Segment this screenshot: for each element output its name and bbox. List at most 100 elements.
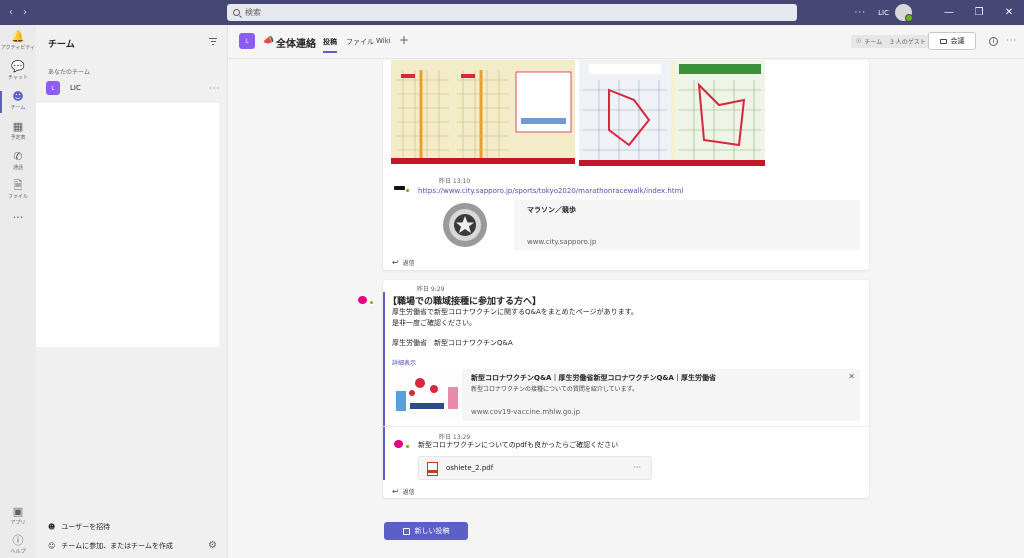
teams-panel: チーム あなたのチーム L LIC ··· ☻ ユーザーを招待 ☺ チームに参加…: [36, 25, 228, 558]
section-label: あなたのチーム: [48, 69, 90, 76]
team-avatar: L: [46, 81, 60, 95]
invite-label: ユーザーを招待: [61, 523, 111, 531]
reply-button[interactable]: ↩ 返信: [392, 487, 415, 496]
rail-chat-label: チャット: [8, 75, 28, 81]
rail-calls-label: 通話: [12, 165, 23, 171]
tab-wiki[interactable]: Wiki: [376, 37, 391, 45]
gear-icon[interactable]: ⚙: [208, 540, 217, 551]
rail-files-label: ファイル: [7, 194, 28, 200]
marathon-map-image[interactable]: [391, 60, 575, 164]
sender-avatar[interactable]: [394, 184, 410, 193]
team-pill-label: チーム: [864, 39, 883, 46]
team-item[interactable]: L LIC ···: [46, 80, 222, 96]
file-more-icon[interactable]: ···: [633, 463, 641, 472]
logo-pink: [358, 296, 367, 304]
file-attachment[interactable]: oshiete_2.pdf ···: [418, 456, 652, 480]
search-icon: [233, 9, 240, 16]
app-rail: 🔔 アクティビティ 💬 チャット ☻ チーム ▦ 予定表 ✆ 通話 🗎 ファイル…: [0, 25, 36, 558]
team-more-icon[interactable]: ···: [209, 84, 220, 93]
post-timestamp: 昨日 9:29: [417, 286, 445, 293]
info-icon[interactable]: i: [989, 37, 998, 46]
tab-posts[interactable]: 投稿: [323, 37, 337, 53]
close-preview-icon[interactable]: ✕: [848, 372, 855, 381]
filter-icon[interactable]: [209, 38, 217, 45]
route-graphic: [579, 60, 765, 166]
file-icon: 🗎: [13, 179, 23, 192]
megaphone-icon: 📣: [263, 36, 275, 46]
reply-avatar[interactable]: [394, 440, 410, 449]
post-card: 昨日 9:29 【職場での職域接種に参加する方へ】 厚生労働省で新型コロナワクチ…: [383, 280, 869, 498]
meet-label: 会議: [950, 37, 965, 45]
rail-apps[interactable]: ▣ アプリ: [0, 505, 36, 527]
preview-url: www.cov19-vaccine.mhlw.go.jp: [471, 408, 581, 416]
rail-calendar-label: 予定表: [10, 135, 26, 141]
map-graphic: [391, 60, 575, 164]
reply-button[interactable]: ↩ 返信: [392, 258, 415, 267]
back-arrow-icon[interactable]: ‹: [9, 7, 13, 18]
rail-more[interactable]: ···: [0, 212, 36, 224]
pdf-icon: [427, 462, 438, 476]
rail-chat[interactable]: 💬 チャット: [0, 60, 36, 82]
title-bar: ‹ › 検索 ··· LIC — ❐ ✕: [0, 0, 1024, 25]
help-icon: ⓘ: [12, 534, 24, 547]
rail-teams[interactable]: ☻ チーム: [0, 90, 36, 113]
presence-dot: [369, 300, 374, 305]
calendar-icon: ▦: [12, 120, 24, 133]
search-input[interactable]: 検索: [227, 4, 797, 21]
link-preview-card[interactable]: マラソン／競歩 www.city.sapporo.jp: [416, 200, 860, 250]
rail-teams-label: チーム: [10, 105, 26, 111]
close-window-icon[interactable]: ✕: [994, 7, 1024, 18]
profile-avatar[interactable]: [895, 4, 913, 22]
invite-button[interactable]: ☻ ユーザーを招待: [48, 522, 110, 532]
preview-title: 新型コロナワクチンQ&A｜厚生労働省新型コロナワクチンQ&A｜厚生労働省: [471, 374, 716, 382]
file-name: oshiete_2.pdf: [446, 464, 494, 472]
video-icon: [939, 38, 947, 44]
maximize-icon[interactable]: ❐: [964, 7, 994, 18]
rail-help[interactable]: ⓘ ヘルプ: [0, 534, 36, 556]
post-link[interactable]: https://www.city.sapporo.jp/sports/tokyo…: [418, 187, 683, 195]
reply-text: 新型コロナワクチンについてのpdfも良かったらご確認ください: [418, 441, 619, 449]
teams-icon: ☻: [12, 90, 24, 103]
channel-avatar: L: [239, 33, 255, 49]
show-more-link[interactable]: 詳細表示: [392, 358, 416, 367]
rail-calendar[interactable]: ▦ 予定表: [0, 120, 36, 142]
team-name: LIC: [70, 84, 81, 92]
new-post-button[interactable]: 新しい投稿: [384, 522, 468, 540]
join-team-icon: ☺: [48, 542, 56, 550]
apps-icon: ▣: [12, 505, 24, 518]
rail-activity[interactable]: 🔔 アクティビティ: [0, 30, 36, 52]
meet-button[interactable]: 会議: [928, 32, 976, 50]
marathon-route-image[interactable]: [579, 60, 765, 166]
header-more-icon[interactable]: ···: [1006, 36, 1017, 45]
join-label: チームに参加、またはチームを作成: [61, 542, 173, 550]
post-author-avatar[interactable]: [358, 296, 374, 305]
emblem-graphic: [443, 203, 487, 247]
reply-icon: ↩: [392, 487, 399, 496]
tab-files[interactable]: ファイル: [346, 37, 374, 47]
join-create-team-button[interactable]: ☺ チームに参加、またはチームを作成: [48, 541, 173, 551]
add-tab-icon[interactable]: +: [399, 33, 409, 47]
team-pill[interactable]: ☉ チーム: [851, 35, 888, 48]
chat-icon: 💬: [11, 60, 25, 73]
phone-icon: ✆: [13, 150, 23, 163]
settings-more-icon[interactable]: ···: [855, 8, 867, 18]
preview-thumbnail: [416, 200, 514, 250]
guests-pill[interactable]: 3 人のゲスト: [885, 35, 931, 48]
preview-url: www.city.sapporo.jp: [527, 238, 597, 246]
link-preview-card[interactable]: 新型コロナワクチンQ&A｜厚生労働省新型コロナワクチンQ&A｜厚生労働省 新型コ…: [392, 369, 860, 421]
post-card: 昨日 13:10 https://www.city.sapporo.jp/spo…: [383, 60, 869, 270]
post-timestamp: 昨日 13:10: [439, 178, 471, 185]
bell-icon: 🔔: [11, 30, 25, 43]
presence-dot: [405, 444, 410, 449]
presence-dot: [405, 188, 410, 193]
compose-icon: [402, 527, 410, 535]
minimize-icon[interactable]: —: [934, 7, 964, 18]
conversation-area: 昨日 13:10 https://www.city.sapporo.jp/spo…: [228, 60, 1024, 558]
post-line: 厚生労働省で新型コロナワクチンに関するQ&Aをまとめたページがあります。: [392, 308, 638, 316]
forward-arrow-icon[interactable]: ›: [23, 7, 27, 18]
more-apps-icon: ···: [12, 211, 24, 224]
preview-description: 新型コロナワクチンの接種についての質問を紹介しています。: [471, 386, 639, 393]
rail-calls[interactable]: ✆ 通話: [0, 150, 36, 172]
channel-list-redacted: [36, 103, 219, 347]
rail-files[interactable]: 🗎 ファイル: [0, 179, 36, 201]
